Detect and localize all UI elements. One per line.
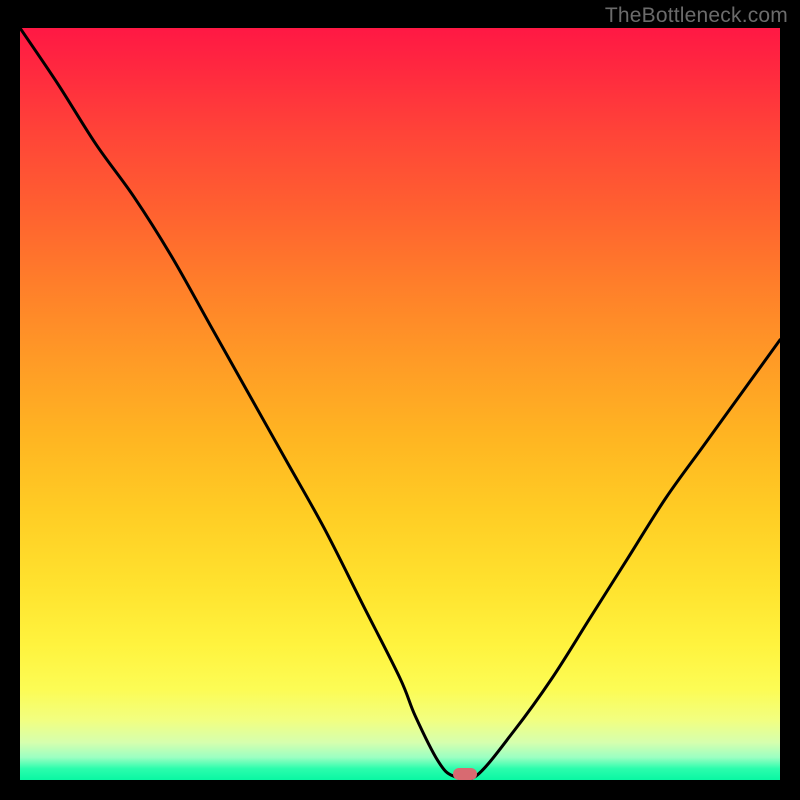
- optimal-point-marker: [453, 768, 477, 780]
- plot-area: [20, 28, 780, 780]
- watermark-text: TheBottleneck.com: [605, 4, 788, 28]
- chart-frame: TheBottleneck.com: [0, 0, 800, 800]
- bottleneck-curve: [20, 28, 780, 780]
